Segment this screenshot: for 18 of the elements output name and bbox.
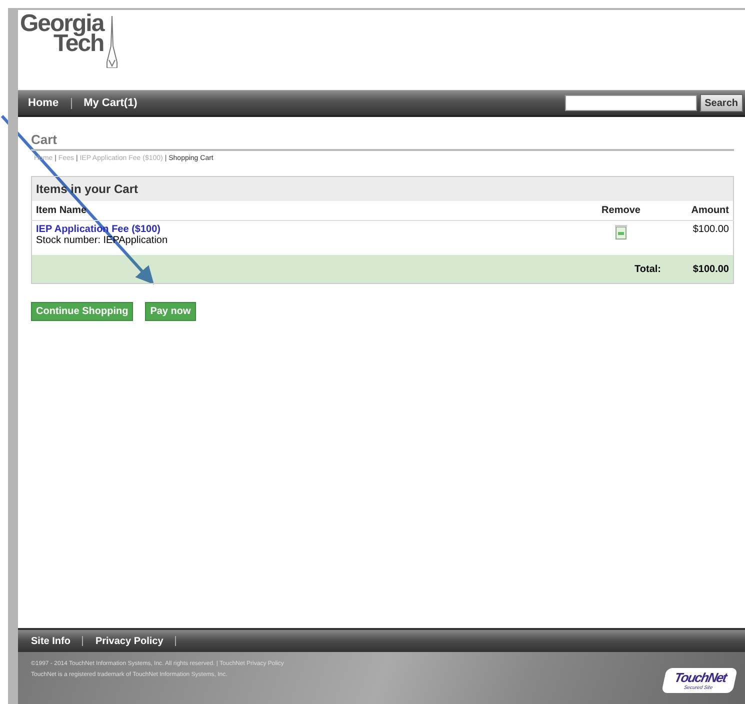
column-header: Remove [577,201,665,220]
total-amount: $100.00 [665,255,734,284]
search-button[interactable]: Search [700,94,743,112]
tower-icon [106,16,118,68]
logo-text: Tech [53,34,104,54]
footer-link[interactable]: Site Info [31,636,70,646]
column-header: Item Name [32,201,577,220]
column-header: Amount [665,201,734,220]
cart-heading: Items in your Cart [32,176,734,201]
logo-text: Georgia [20,14,104,34]
page-title: Cart [31,132,734,151]
footer-link[interactable]: Privacy Policy [95,636,164,646]
search-field[interactable] [564,95,697,111]
nav-link[interactable]: Home [28,97,59,109]
trash-icon[interactable] [615,224,627,240]
amount-cell: $100.00 [665,220,734,255]
nav-link[interactable]: My Cart(1) [84,97,138,109]
total-label: Total: [634,264,661,274]
